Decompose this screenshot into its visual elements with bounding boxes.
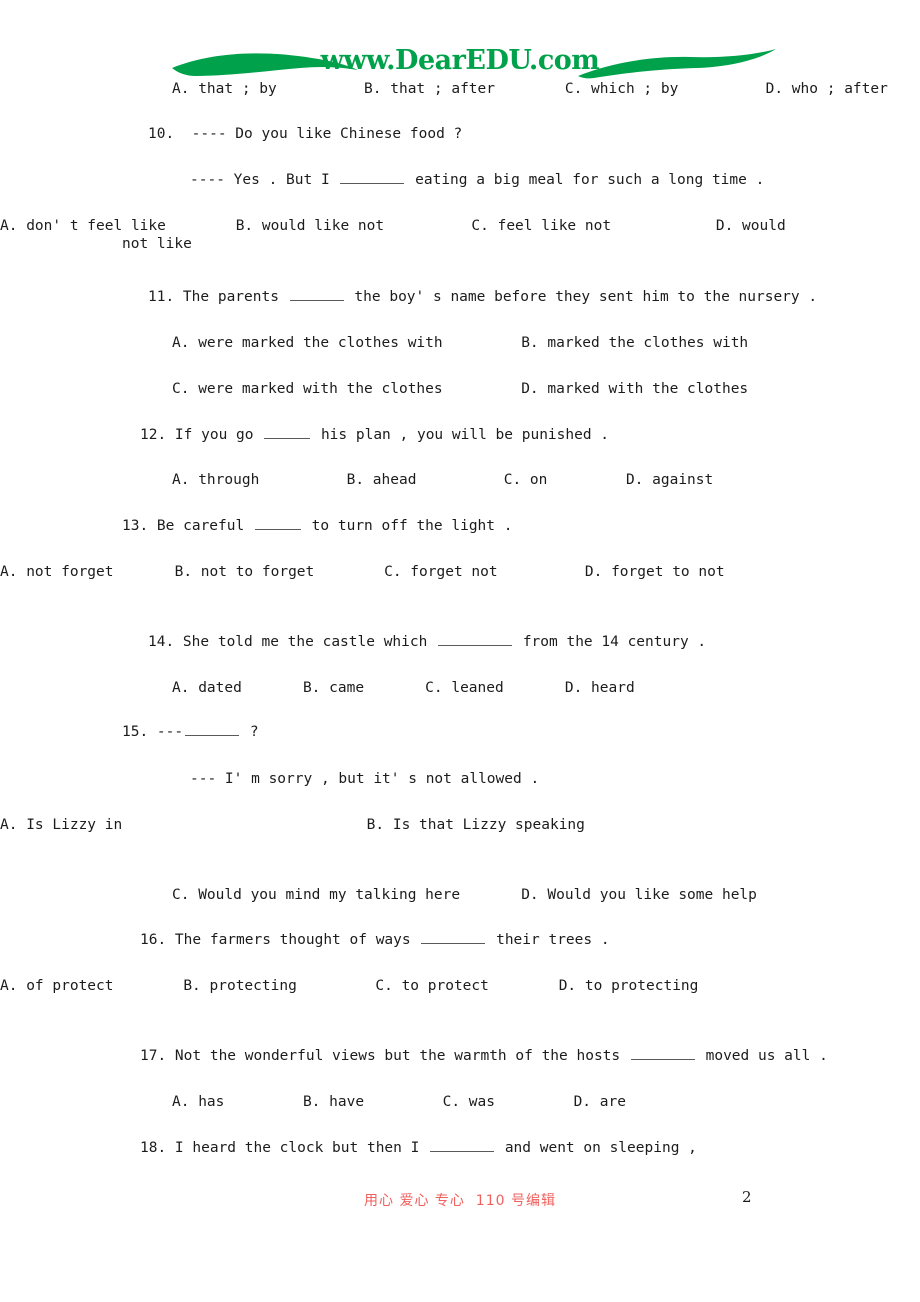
answer-blank [289,288,344,301]
question-17-stem: 17. Not the wonderful views but the warm… [0,1047,920,1065]
answer-blank [254,517,301,530]
question-13-stem-part2: to turn off the light . [302,518,513,534]
question-10-reply-part2: eating a big meal for such a long time . [406,172,765,188]
question-16-stem-part2: their trees . [487,932,610,948]
question-16-stem-part1: 16. The farmers thought of ways [140,932,420,948]
answer-blank [340,171,405,184]
question-11-stem-part2: the boy' s name before they sent him to … [345,289,818,305]
question-15-options-cd: C. Would you mind my talking here D. Wou… [172,887,757,903]
question-12-stem: 12. If you go his plan , you will be pun… [0,426,920,444]
question-15-stem: 15. --- ? [0,723,920,741]
question-18-stem-part2: and went on sleeping , [496,1140,697,1156]
question-10-stem: 10. ---- Do you like Chinese food ? [148,126,463,142]
question-12-stem-part1: 12. If you go [140,427,263,443]
answer-blank [421,931,486,944]
footer-editor-note: 用心 爱心 专心 110 号编辑 [364,1193,556,1209]
question-17-stem-part2: moved us all . [696,1048,828,1064]
answer-blank [438,633,513,646]
question-13-stem: 13. Be careful to turn off the light . [0,517,920,535]
question-12-options: A. through B. ahead C. on D. against [172,472,714,488]
question-13-stem-part1: 13. Be careful [122,518,253,534]
question-18-stem-part1: 18. I heard the clock but then I [140,1140,429,1156]
question-10-reply: ---- Yes . But I eating a big meal for s… [0,171,920,189]
question-11-stem-part1: 11. The parents [148,289,288,305]
site-logo-text: www.DearEDU.com [320,45,600,76]
question-14-stem-part1: 14. She told me the castle which [148,634,437,650]
question-9-options: A. that ; by B. that ; after C. which ; … [172,81,888,97]
question-15-reply: --- I' m sorry , but it' s not allowed . [190,771,540,787]
question-11-options-ab: A. were marked the clothes with B. marke… [172,335,749,351]
question-15-stem-part2: ? [241,724,259,740]
answer-blank [630,1047,695,1060]
answer-blank [185,723,240,736]
answer-blank [264,426,311,439]
question-16-stem: 16. The farmers thought of ways their tr… [0,931,920,949]
question-14-stem: 14. She told me the castle which from th… [0,633,920,651]
question-13-options: A. not forget B. not to forget C. forget… [0,564,725,580]
question-11-options-cd: C. were marked with the clothes D. marke… [172,381,749,397]
question-17-options: A. has B. have C. was D. are [172,1094,626,1110]
question-16-options: A. of protect B. protecting C. to protec… [0,978,699,994]
answer-blank [430,1139,495,1152]
question-10-options: A. don' t feel like B. would like not C.… [0,218,795,252]
document-page: www.DearEDU.com A. that ; by B. that ; a… [0,0,920,1302]
question-14-stem-part2: from the 14 century . [514,634,707,650]
question-15-options-ab: A. Is Lizzy in B. Is that Lizzy speaking [0,817,585,833]
question-15-stem-part1: 15. --- [122,724,184,740]
question-18-stem: 18. I heard the clock but then I and wen… [0,1139,920,1157]
question-12-stem-part2: his plan , you will be punished . [312,427,610,443]
question-14-options: A. dated B. came C. leaned D. heard [172,680,635,696]
page-number: 2 [742,1188,752,1206]
question-17-stem-part1: 17. Not the wonderful views but the warm… [140,1048,629,1064]
question-10-reply-part1: ---- Yes . But I [190,172,339,188]
question-11-stem: 11. The parents the boy' s name before t… [0,288,920,306]
